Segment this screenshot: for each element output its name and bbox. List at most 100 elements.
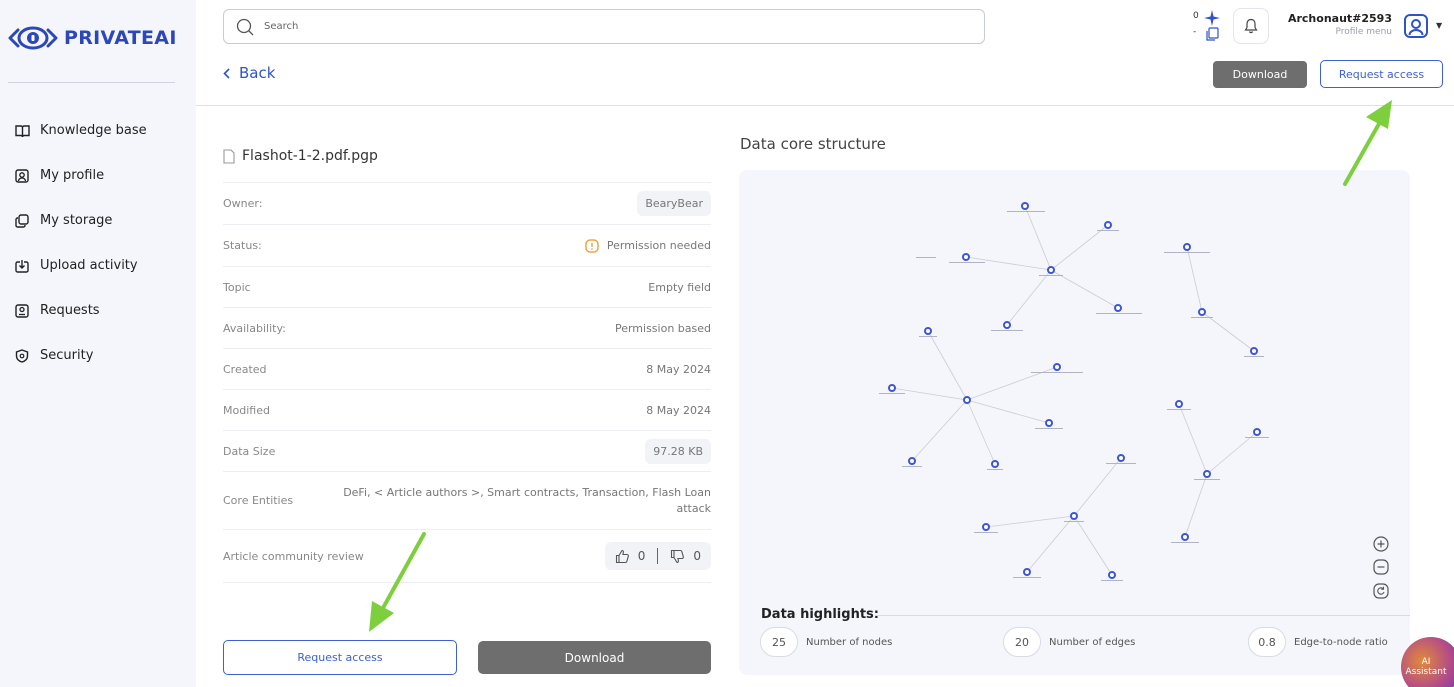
detail-key: Modified [223,403,270,417]
detail-row-core-entities: Core Entities DeFi, < Article authors >,… [223,471,711,529]
download-button[interactable]: Download [1213,61,1307,88]
topic-value: Empty field [648,280,711,294]
bell-icon [1244,18,1258,34]
graph-title: Data core structure [740,135,886,153]
graph-node-labels [879,211,1269,581]
highlights-divider [875,615,1410,616]
warning-icon [585,238,599,253]
upload-icon [14,258,30,274]
status-text: Permission needed [606,239,711,252]
back-link[interactable]: Back [223,64,275,82]
sidebar: PRIVATEAI Knowledge base My profile My s… [0,0,196,687]
sidebar-item-label: Requests [40,303,100,318]
back-label: Back [239,64,276,82]
sparkle-icon [1204,10,1220,26]
header-divider [196,105,1454,106]
stat-label: Number of nodes [806,636,893,648]
stat-value: 25 [760,627,798,657]
core-entities-value: DeFi, < Article authors >, Smart contrac… [343,485,711,515]
vote-widget: 0 0 [604,542,711,570]
detail-row-availability: Availability: Permission based [223,307,711,348]
zoom-in-icon[interactable] [1373,536,1389,552]
availability-value: Permission based [614,321,711,335]
file-name: Flashot-1-2.pdf.pgp [242,148,378,164]
search-input[interactable]: Search [223,9,985,44]
eye-logo-icon [8,26,58,50]
sidebar-item-label: Knowledge base [40,123,147,138]
download-button-bottom[interactable]: Download [478,641,711,674]
sidebar-item-label: Security [40,348,94,363]
user-info[interactable]: Archonaut#2593 Profile menu [1280,12,1392,37]
detail-key: Topic [223,280,251,294]
stat-edges: 20 Number of edges [1003,627,1135,657]
detail-key: Availability: [223,321,286,335]
request-access-button-bottom[interactable]: Request access [223,640,457,675]
logo-text: PRIVATEAI [64,27,177,49]
chevron-down-icon[interactable]: ▼ [1436,21,1442,30]
document-copy-icon [1206,27,1219,41]
app-root: PRIVATEAI Knowledge base My profile My s… [0,0,1454,687]
thumbs-down-icon[interactable] [670,549,685,564]
notifications-button[interactable] [1233,8,1269,44]
detail-row-data-size: Data Size 97.28 KB [223,430,711,471]
reset-view-icon[interactable] [1373,583,1389,599]
owner-value: BearyBear [637,191,711,216]
stat-label: Edge-to-node ratio [1294,636,1388,648]
counter-top-value: 0 [1193,11,1199,21]
request-access-button[interactable]: Request access [1320,60,1443,88]
status-badge: Permission needed [585,238,711,253]
sidebar-item-requests[interactable]: Requests [14,288,147,333]
detail-key: Status: [223,239,262,252]
sidebar-item-knowledge-base[interactable]: Knowledge base [14,108,147,153]
assistant-label: Assistant [1405,667,1447,677]
detail-row-community-review: Article community review 0 0 [223,529,711,583]
detail-key: Data Size [223,444,276,458]
knowledge-graph[interactable] [739,170,1410,600]
graph-panel: Data highlights: 25 Number of nodes 20 N… [739,170,1410,675]
modified-value: 8 May 2024 [646,403,711,417]
vote-separator [657,548,659,564]
likes-count: 0 [637,549,646,563]
data-size-value: 97.28 KB [645,438,711,464]
book-icon [14,123,30,139]
storage-icon [14,213,30,229]
detail-key: Owner: [223,197,263,210]
sidebar-item-my-storage[interactable]: My storage [14,198,147,243]
stat-nodes: 25 Number of nodes [760,627,892,657]
detail-row-status: Status: Permission needed [223,224,711,266]
credits-counter[interactable]: 0 - [1190,10,1224,44]
sidebar-item-my-profile[interactable]: My profile [14,153,147,198]
avatar-icon[interactable] [1403,13,1429,39]
search-icon [236,18,254,35]
requests-icon [14,303,30,319]
sidebar-item-security[interactable]: Security [14,333,147,378]
sidebar-item-label: Upload activity [40,258,138,273]
username: Archonaut#2593 [1287,12,1392,25]
chevron-left-icon [223,67,230,79]
sidebar-item-label: My profile [40,168,105,183]
detail-row-owner: Owner: BearyBear [223,182,711,224]
stat-label: Number of edges [1049,636,1136,648]
stat-ratio: 0.8 Edge-to-node ratio [1248,627,1388,657]
file-title: Flashot-1-2.pdf.pgp [223,148,378,164]
detail-row-created: Created 8 May 2024 [223,348,711,389]
profile-menu-label: Profile menu [1335,27,1392,37]
ai-label: AI [1421,657,1431,667]
detail-key: Created [223,362,267,376]
detail-key: Core Entities [223,494,294,507]
profile-icon [14,168,30,184]
detail-row-topic: Topic Empty field [223,266,711,307]
sidebar-item-label: My storage [40,213,113,228]
sidebar-nav: Knowledge base My profile My storage Upl… [14,108,147,378]
sidebar-item-upload-activity[interactable]: Upload activity [14,243,147,288]
stat-value: 20 [1003,627,1041,657]
data-highlights-title: Data highlights: [761,607,879,622]
shield-icon [14,348,30,364]
thumbs-up-icon[interactable] [615,549,630,564]
stat-value: 0.8 [1248,627,1286,657]
search-placeholder: Search [264,21,299,32]
created-value: 8 May 2024 [646,362,711,376]
detail-key: Article community review [223,549,364,563]
logo[interactable]: PRIVATEAI [8,22,177,54]
zoom-out-icon[interactable] [1373,559,1389,575]
